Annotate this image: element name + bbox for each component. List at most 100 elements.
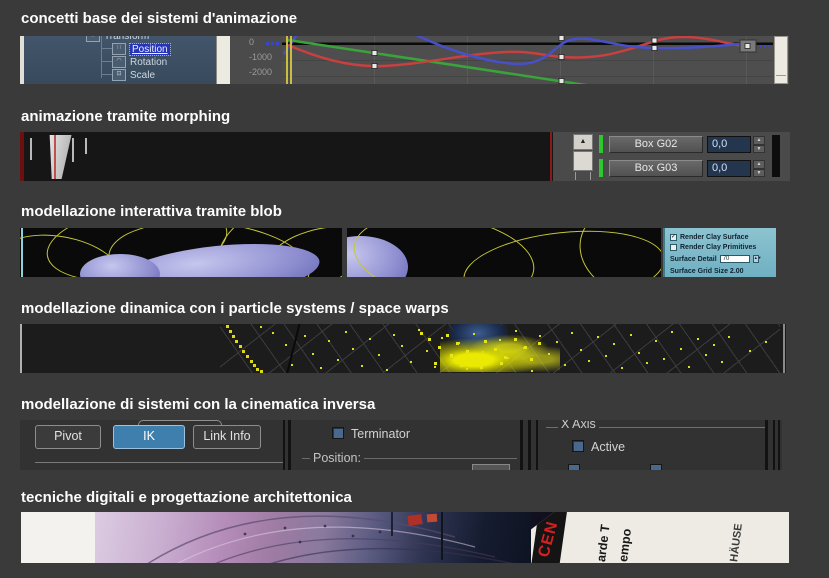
curves-scrollbar [774,36,788,84]
morphing-strip-image[interactable]: ▲ Box G02 0,0 ▲ ▼ Box G03 0,0 ▲ ▼ [20,132,790,181]
active-label: Active [591,440,625,454]
panel-divider-bar [772,135,780,177]
tree-item-label: Rotation [130,57,167,68]
particle-cluster [440,332,560,372]
partial-checkbox [568,464,580,470]
viewport-edge-bar [20,132,24,181]
morph-guide-line [72,138,74,162]
panel-divider [765,420,768,470]
position-icon: ∷ [112,43,126,55]
value-scale-column: 0 -1000 -2000 [230,36,282,84]
panel-divider [520,420,523,470]
morph-value-field: 0,0 [707,160,751,177]
blob-viewport-right [347,228,661,277]
morph-guide-line [30,138,32,160]
channel-active-marker [599,135,603,153]
key-dots-icon [266,42,269,45]
scale-tick-label: 0 [249,37,254,47]
checkbox-unchecked-icon [670,244,677,251]
particles-strip-image[interactable] [20,324,786,373]
particle-scatter [260,326,262,328]
surface-detail-field: 70 [720,255,750,263]
groupbox-line [35,462,285,463]
terminator-checkbox [332,427,344,439]
blob-strip-image[interactable]: ✓ Render Clay Surface Render Clay Primit… [20,228,776,277]
option-label: Render Clay Primitives [680,244,756,251]
viewport-edge-line [20,324,22,373]
spinner-down-icon: ▼ [753,145,765,154]
scrollbar-thumb-edge [776,75,786,76]
render-clay-primitives-option: Render Clay Primitives [670,244,756,251]
field-label: Surface Detail [670,256,717,263]
grid-size-label: Surface Grid Size 2.00 [670,268,744,275]
blob-viewport-left [20,228,342,277]
position-group-label: Position: [310,451,364,465]
scale-icon: ⊡ [112,69,126,81]
book-cover: CEN arde T empo HÄUSE [531,512,789,563]
morph-value-field: 0,0 [707,136,751,153]
book-title-text: HÄUSE [728,515,746,562]
photo-white-margin [21,512,95,563]
morph-channel-panel: ▲ Box G02 0,0 ▲ ▼ Box G03 0,0 ▲ ▼ [553,132,790,181]
channel-active-marker [599,159,603,177]
panel-divider [536,420,538,470]
book-spine-text: CEN [536,519,563,559]
spinner-up-icon: ▲ [753,136,765,145]
tree-item-position: ∷ Position [112,43,170,55]
panel-divider [773,420,775,470]
transform-icon: ⊞ [86,36,100,42]
clay-render-panel: ✓ Render Clay Surface Render Clay Primit… [663,228,776,277]
morph-viewport [20,132,553,181]
viewport-edge-line [783,324,785,373]
ik-panel-strip-image[interactable]: Pivot IK Link Info Terminator Position: … [20,420,782,470]
red-roof-element [407,514,422,526]
tree-item-label: Transform [104,36,149,42]
architecture-strip-image[interactable]: CEN arde T empo HÄUSE [21,512,789,563]
tree-item-transform: ⊞ Transform [86,36,149,42]
section-title-inverse-kinematics: modellazione di sistemi con la cinematic… [21,396,375,413]
tree-item-label: Scale [130,70,155,81]
section-title-animation-concepts: concetti base dei sistemi d'animazione [21,10,297,27]
grid-size-row: Surface Grid Size 2.00 [670,268,744,275]
tree-item-rotation: ◠ Rotation [112,56,167,68]
option-label: Render Clay Surface [680,234,748,241]
value-spinner: ▲ ▼ [753,136,765,153]
panel-divider [288,420,291,470]
arrow-up-icon: ▲ [580,138,587,145]
pivot-tab-button: Pivot [35,425,101,449]
render-clay-surface-option: ✓ Render Clay Surface [670,234,748,241]
book-title-text: arde T [594,513,614,562]
field-spinner: ▲▼ [753,255,759,263]
time-slider-line [286,36,288,84]
active-checkbox [572,440,584,452]
section-title-architecture: tecniche digitali e progettazione archit… [21,489,352,506]
architecture-photo [95,512,531,563]
morph-channel-button: Box G02 [609,136,703,153]
morph-target-shape [46,135,72,179]
scroll-track-line [575,172,576,180]
partial-field [472,464,510,470]
section-title-particles: modellazione dinamica con i particle sys… [21,300,449,317]
hierarchy-scrollbar [216,36,231,84]
scroll-up-button: ▲ [573,134,593,150]
roof-curves [95,512,531,563]
tree-item-label: Position [130,44,170,55]
particle-scatter [420,332,423,335]
function-curves-area [282,36,773,84]
scrollbar-thumb [573,151,593,171]
trackview-strip-image[interactable]: ⊞ Transform ∷ Position ◠ Rotation ⊡ Scal… [20,36,789,84]
morph-guide-line [85,138,87,154]
ik-tab-button: IK [113,425,185,449]
spinner-up-icon: ▲ [753,160,765,169]
viewport-edge-line [550,132,552,181]
panel-divider [528,420,531,470]
axis-group-label: X Axis [558,420,599,431]
rotation-icon: ◠ [112,56,126,68]
time-slider-line [290,36,292,84]
particle-stream [226,325,229,328]
section-title-morphing: animazione tramite morphing [21,108,230,125]
link-info-tab-button: Link Info [193,425,261,449]
value-spinner: ▲ ▼ [753,160,765,177]
morph-axis-line [54,135,56,179]
trackview-hierarchy-panel: ⊞ Transform ∷ Position ◠ Rotation ⊡ Scal… [24,36,216,84]
